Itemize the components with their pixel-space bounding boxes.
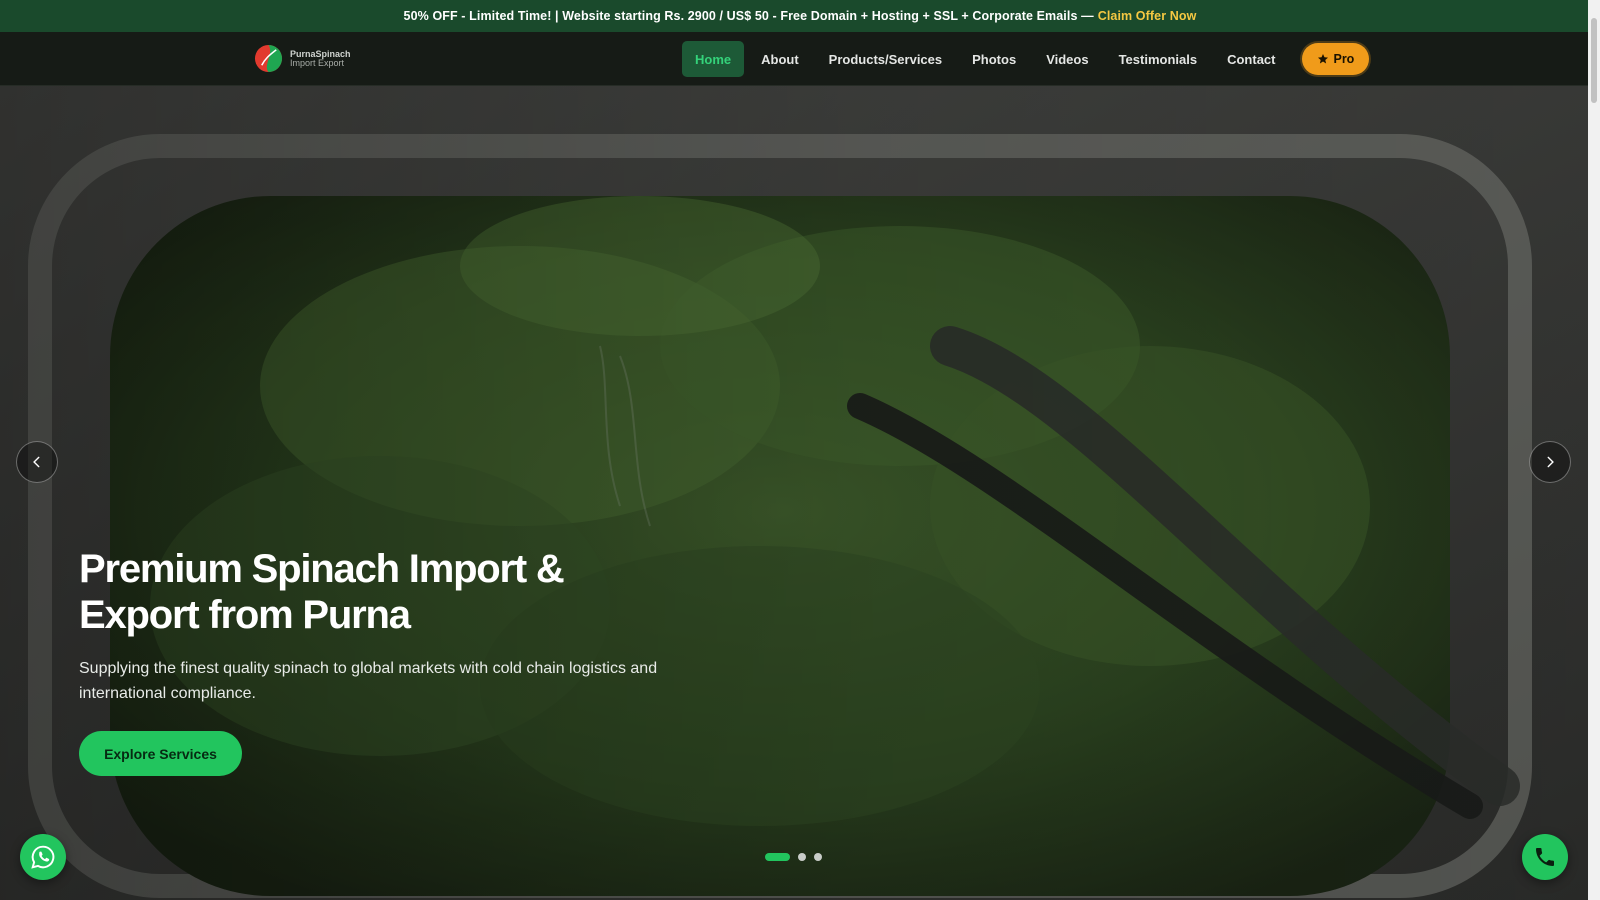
brand-name: PurnaSpinach Import Export [290,49,351,68]
whatsapp-button[interactable] [20,834,66,880]
prev-slide-button[interactable] [16,441,58,483]
whatsapp-icon [31,845,55,869]
navbar: PurnaSpinach Import Export Home About Pr… [0,32,1588,86]
phone-icon [1536,848,1554,866]
brand-name-line2: Import Export [290,57,345,68]
nav-item-contact[interactable]: Contact [1214,41,1288,77]
hero-slider: Premium Spinach Import & Export from Pur… [0,86,1588,900]
slide-indicators [765,853,822,861]
chevron-left-icon [33,456,40,468]
hero-content: Premium Spinach Import & Export from Pur… [79,546,679,776]
nav-item-testimonials[interactable]: Testimonials [1106,41,1211,77]
next-slide-button[interactable] [1529,441,1571,483]
pro-button[interactable]: Pro [1302,43,1370,75]
hero-title: Premium Spinach Import & Export from Pur… [79,546,679,638]
nav-item-videos[interactable]: Videos [1033,41,1101,77]
chevron-right-icon [1547,456,1554,468]
claim-offer-link[interactable]: Claim Offer Now [1098,9,1197,23]
slide-dot-1[interactable] [765,853,790,861]
star-icon [1318,54,1329,64]
explore-services-button[interactable]: Explore Services [79,731,242,776]
hero-title-line2: Export from Purna [79,593,411,637]
nav-item-photos[interactable]: Photos [959,41,1029,77]
nav-item-home[interactable]: Home [682,41,745,77]
slide-dot-2[interactable] [798,853,806,861]
promo-text: 50% OFF - Limited Time! | Website starti… [403,9,1094,23]
nav-item-products-services[interactable]: Products/Services [816,41,955,77]
promo-bar: 50% OFF - Limited Time! | Website starti… [0,0,1600,32]
leaf-logo-icon [254,44,283,73]
page-scrollbar[interactable] [1588,0,1600,900]
nav-item-about[interactable]: About [748,41,812,77]
hero-subtitle: Supplying the finest quality spinach to … [79,660,658,702]
slide-dot-3[interactable] [814,853,822,861]
pro-label: Pro [1333,52,1355,66]
hero-title-line1: Premium Spinach Import & [79,547,565,591]
scrollbar-thumb[interactable] [1591,18,1597,103]
phone-button[interactable] [1522,834,1568,880]
brand-logo[interactable]: PurnaSpinach Import Export [254,44,351,73]
hero-overlay [0,86,1588,900]
nav-links: Home About Products/Services Photos Vide… [682,41,1370,77]
